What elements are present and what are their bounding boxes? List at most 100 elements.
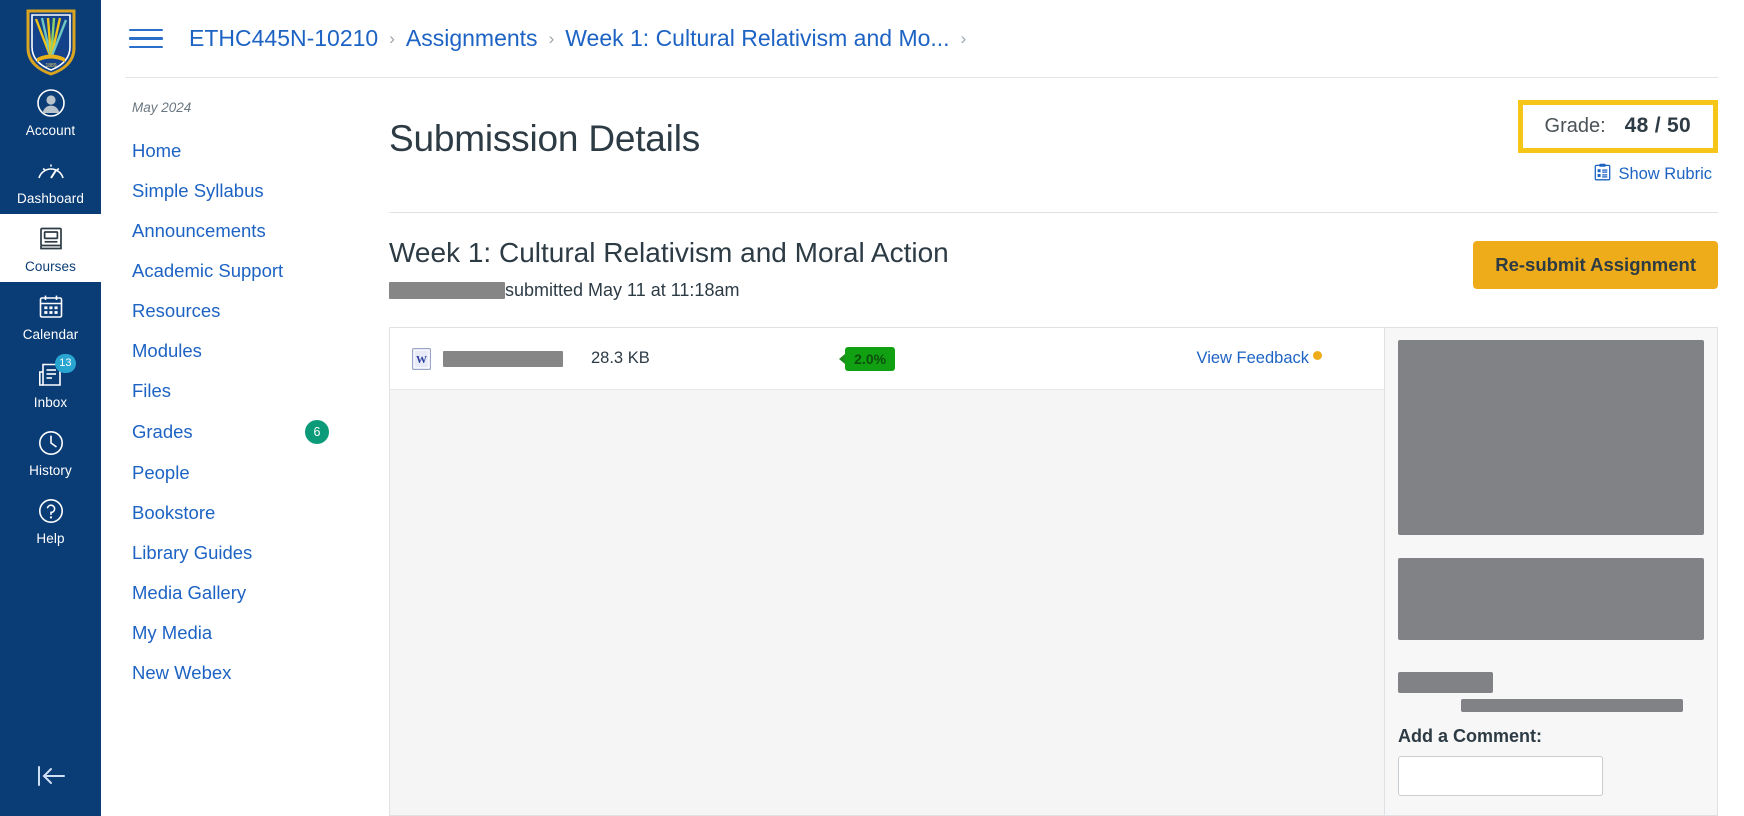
- breadcrumb-header: ETHC445N-10210 › Assignments › Week 1: C…: [101, 0, 1744, 77]
- similarity-score-container: 2.0%: [650, 346, 1197, 371]
- global-nav-item-history[interactable]: History: [0, 418, 101, 486]
- university-crest-logo-icon: 1889: [26, 9, 75, 76]
- show-rubric-label: Show Rubric: [1618, 165, 1712, 183]
- redacted-comment-meta: [1398, 672, 1493, 693]
- global-nav-item-dashboard[interactable]: Dashboard: [0, 146, 101, 214]
- course-nav-item-people[interactable]: People: [101, 453, 363, 493]
- course-nav-item-announcements[interactable]: Announcements: [101, 211, 363, 251]
- grade-row: Submission Details Grade: 48 / 50 Show R…: [389, 100, 1718, 186]
- hamburger-menu-icon[interactable]: [125, 24, 165, 54]
- course-nav-label: Grades: [132, 421, 193, 442]
- course-nav-label: Library Guides: [132, 542, 253, 563]
- breadcrumb-item-course[interactable]: ETHC445N-10210: [189, 25, 378, 52]
- breadcrumb-separator: ›: [548, 29, 555, 48]
- course-nav-label: People: [132, 462, 190, 483]
- institution-logo[interactable]: 1889: [23, 6, 79, 78]
- grade-label: Grade:: [1544, 115, 1606, 137]
- course-nav-item-my-media[interactable]: My Media: [101, 613, 363, 653]
- global-nav-label: Calendar: [22, 327, 79, 342]
- collapse-sidebar-button[interactable]: [0, 749, 101, 816]
- course-nav-label: Academic Support: [132, 260, 284, 281]
- course-nav-label: Home: [132, 140, 182, 161]
- breadcrumb-item-assignments[interactable]: Assignments: [406, 25, 538, 52]
- course-nav-label: Resources: [132, 300, 221, 321]
- global-nav-label: Inbox: [33, 395, 68, 410]
- comments-sidebar-panel: Add a Comment:: [1384, 327, 1718, 816]
- global-nav-label: Dashboard: [17, 191, 84, 206]
- breadcrumb: ETHC445N-10210 › Assignments › Week 1: C…: [189, 25, 977, 52]
- redacted-filename[interactable]: [443, 350, 563, 367]
- course-nav-item-files[interactable]: Files: [101, 371, 363, 411]
- word-document-icon[interactable]: W: [412, 347, 431, 370]
- view-feedback-link[interactable]: View Feedback: [1196, 349, 1322, 368]
- assignment-info: Week 1: Cultural Relativism and Moral Ac…: [389, 235, 949, 301]
- courses-book-icon: [35, 223, 67, 255]
- feedback-indicator-dot-icon: [1313, 351, 1322, 360]
- global-navigation-sidebar: 1889 Account Dashboard Courses Calendar …: [0, 0, 101, 816]
- course-nav-item-new-webex[interactable]: New Webex: [101, 653, 363, 693]
- submission-file-row: W 28.3 KB 2.0% View Feedback: [390, 328, 1384, 390]
- course-nav-item-library-guides[interactable]: Library Guides: [101, 533, 363, 573]
- course-nav-item-modules[interactable]: Modules: [101, 331, 363, 371]
- file-size: 28.3 KB: [591, 349, 650, 367]
- show-rubric-button[interactable]: Show Rubric: [1594, 163, 1718, 186]
- question-circle-icon: [35, 495, 67, 527]
- breadcrumb-separator: ›: [389, 29, 395, 48]
- global-nav-label: History: [29, 463, 72, 478]
- course-nav-label: My Media: [132, 622, 213, 643]
- global-nav-label: Courses: [25, 259, 76, 274]
- clock-icon: [35, 427, 67, 459]
- course-nav-item-simple-syllabus[interactable]: Simple Syllabus: [101, 171, 363, 211]
- course-nav-item-academic-support[interactable]: Academic Support: [101, 251, 363, 291]
- calendar-icon: [35, 291, 67, 323]
- submitted-text: submitted May 11 at 11:18am: [505, 280, 740, 300]
- course-nav-item-bookstore[interactable]: Bookstore: [101, 493, 363, 533]
- rubric-clipboard-icon: [1594, 163, 1611, 186]
- similarity-score-group[interactable]: 2.0%: [839, 346, 896, 371]
- global-nav-item-inbox[interactable]: 13 Inbox: [0, 350, 101, 418]
- global-nav-item-help[interactable]: Help: [0, 486, 101, 554]
- svg-text:W: W: [416, 354, 427, 366]
- global-nav-item-calendar[interactable]: Calendar: [0, 282, 101, 350]
- breadcrumb-item-assignment[interactable]: Week 1: Cultural Relativism and Mo...: [565, 25, 949, 52]
- user-avatar-icon: [35, 87, 67, 119]
- turnitin-similarity-badge[interactable]: 2.0%: [845, 346, 896, 371]
- course-nav-label: Simple Syllabus: [132, 180, 264, 201]
- global-nav-item-courses[interactable]: Courses: [0, 214, 101, 282]
- submission-file-panel: W 28.3 KB 2.0% View Feedback: [389, 327, 1384, 816]
- course-nav-item-resources[interactable]: Resources: [101, 291, 363, 331]
- course-nav-label: Announcements: [132, 220, 266, 241]
- inbox-envelope-icon: 13: [35, 354, 76, 391]
- submission-details-main: Submission Details Grade: 48 / 50 Show R…: [363, 78, 1744, 816]
- course-nav-item-media-gallery[interactable]: Media Gallery: [101, 573, 363, 613]
- course-navigation-menu: May 2024 Home Simple Syllabus Announceme…: [101, 78, 363, 816]
- course-nav-label: New Webex: [132, 662, 232, 683]
- page-title: Submission Details: [389, 118, 701, 159]
- course-nav-item-home[interactable]: Home: [101, 131, 363, 171]
- collapse-left-arrow-icon: [34, 763, 68, 794]
- grade-box: Grade: 48 / 50: [1517, 100, 1718, 153]
- body-row: May 2024 Home Simple Syllabus Announceme…: [101, 78, 1744, 816]
- submission-panel-row: W 28.3 KB 2.0% View Feedback Add a Comme…: [389, 327, 1718, 816]
- assignment-header-row: Week 1: Cultural Relativism and Moral Ac…: [389, 213, 1718, 301]
- dashboard-gauge-icon: [35, 155, 67, 187]
- view-feedback-label: View Feedback: [1196, 349, 1309, 367]
- inbox-unread-badge: 13: [55, 354, 76, 373]
- redacted-comment-meta: [1461, 699, 1683, 712]
- assignment-title: Week 1: Cultural Relativism and Moral Ac…: [389, 237, 949, 268]
- resubmit-assignment-button[interactable]: Re-submit Assignment: [1473, 241, 1718, 289]
- comment-gap: [1398, 640, 1704, 672]
- course-nav-label: Modules: [132, 340, 202, 361]
- global-nav-label: Account: [25, 123, 76, 138]
- svg-text:1889: 1889: [45, 63, 56, 69]
- submission-preview-area: [390, 390, 1384, 815]
- course-nav-label: Media Gallery: [132, 582, 247, 603]
- course-nav-item-grades[interactable]: Grades 6: [101, 411, 363, 453]
- content-area: ETHC445N-10210 › Assignments › Week 1: C…: [101, 0, 1744, 816]
- add-comment-label: Add a Comment:: [1398, 726, 1542, 746]
- canvas-lms-app: 1889 Account Dashboard Courses Calendar …: [0, 0, 1744, 816]
- add-comment-textarea[interactable]: [1398, 756, 1603, 796]
- comment-gap: [1398, 535, 1704, 558]
- file-left-group: W 28.3 KB: [412, 347, 650, 370]
- global-nav-item-account[interactable]: Account: [0, 78, 101, 146]
